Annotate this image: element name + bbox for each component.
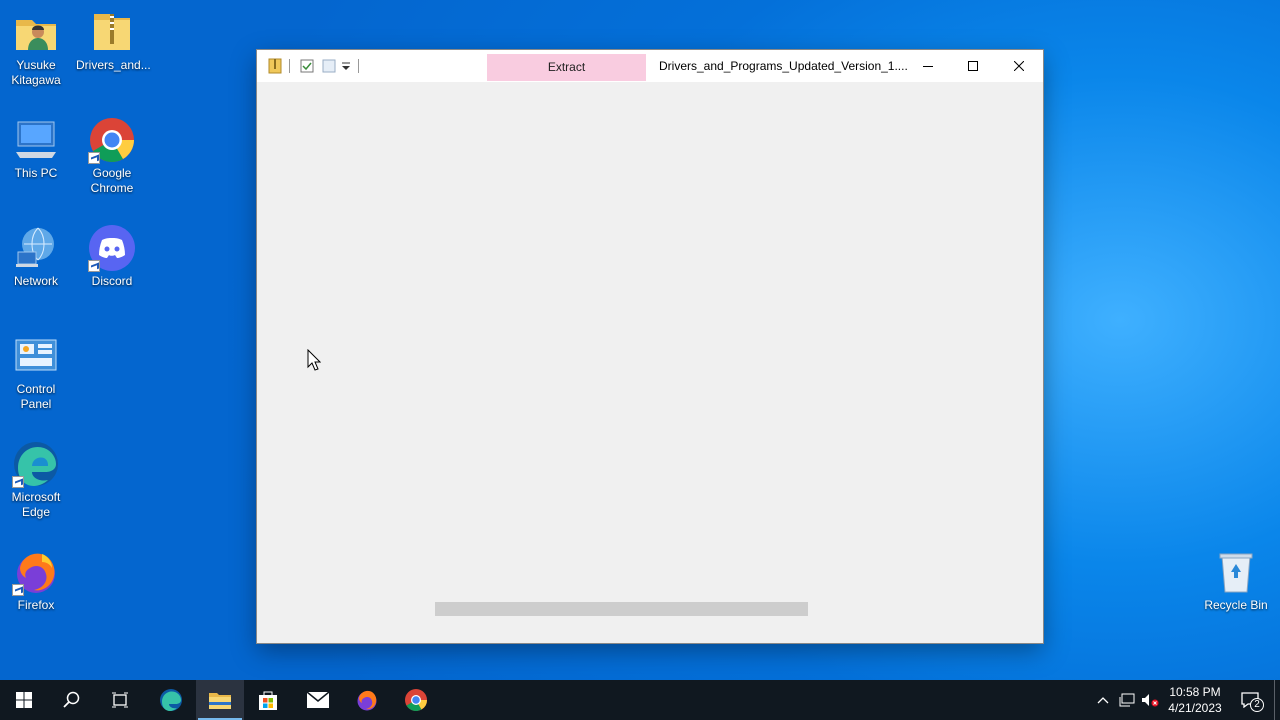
taskbar-mail[interactable] [294,680,342,720]
network-monitor-icon [1119,693,1135,707]
desktop-icon-recycle-bin[interactable]: Recycle Bin [1200,548,1272,613]
show-hidden-icons-button[interactable] [1092,680,1114,720]
customize-toolbar-dropdown-icon[interactable] [341,60,351,76]
tab-extract[interactable]: Extract [487,54,646,81]
maximize-icon [968,61,978,71]
desktop-icon-label: Google Chrome [90,166,134,195]
desktop-icon-label: Yusuke Kitagawa [11,58,61,87]
control-panel-icon [12,332,60,380]
search-button[interactable] [48,680,96,720]
toolbar-separator [289,59,290,73]
desktop-icon-label: Firefox [17,598,55,612]
volume-tray-button[interactable] [1139,680,1161,720]
minimize-icon [923,66,933,67]
toolbar-separator [358,59,359,73]
desktop-icon-discord[interactable]: Discord [76,224,148,289]
desktop-icon-control-panel[interactable]: Control Panel [0,332,72,412]
action-center-button[interactable]: 2 [1236,680,1264,720]
volume-muted-icon [1142,694,1159,707]
task-view-icon [112,692,128,708]
taskbar-edge[interactable] [147,680,195,720]
desktop-icon-network[interactable]: Network [0,224,72,289]
clock-time: 10:58 PM [1169,685,1221,699]
network-globe-icon [12,224,60,272]
computer-icon [12,116,60,164]
close-icon [1014,61,1024,71]
desktop-icon-label: Drivers_and... [76,58,151,72]
notification-count-badge: 2 [1250,698,1264,712]
chevron-up-icon [1097,697,1109,704]
zip-folder-icon [88,8,136,56]
maximize-button[interactable] [950,50,996,82]
recycle-bin-icon [1212,548,1260,596]
desktop-icon-google-chrome[interactable]: Google Chrome [76,116,148,196]
file-explorer-icon [209,693,231,709]
desktop-icon-this-pc[interactable]: This PC [0,116,72,181]
desktop-icon-user-folder[interactable]: Yusuke Kitagawa [0,8,72,88]
firefox-icon [12,548,60,596]
windows-logo-icon [16,692,32,708]
edge-icon [160,689,182,711]
file-explorer-window[interactable]: Extract Drivers_and_Programs_Updated_Ver… [257,50,1043,643]
taskbar: 10:58 PM 4/21/2023 2 [0,680,1280,720]
firefox-icon [357,690,377,711]
discord-icon [88,224,136,272]
window-content-area[interactable] [257,82,1043,643]
close-button[interactable] [996,50,1042,82]
show-desktop-button[interactable] [1274,680,1275,720]
store-bag-icon [259,691,277,710]
taskbar-chrome[interactable] [392,680,440,720]
desktop-icon-label: This PC [14,166,58,180]
taskbar-file-explorer[interactable] [196,680,244,720]
clock-date: 4/21/2023 [1168,701,1222,715]
search-icon [63,691,80,708]
horizontal-scrollbar-thumb[interactable] [435,602,808,616]
title-bar[interactable]: Extract Drivers_and_Programs_Updated_Ver… [257,50,1043,82]
shortcut-arrow-icon [88,152,100,164]
shortcut-arrow-icon [12,476,24,488]
zip-folder-small-icon [267,58,283,74]
properties-icon[interactable] [299,58,315,74]
desktop-icon-label: Network [13,274,58,288]
edge-icon [12,440,60,488]
desktop-icon-firefox[interactable]: Firefox [0,548,72,613]
desktop-icon-label: Recycle Bin [1204,598,1268,612]
shortcut-arrow-icon [88,260,100,272]
chrome-icon [405,689,427,711]
mouse-cursor-icon [307,348,322,376]
chrome-icon [88,116,136,164]
taskbar-microsoft-store[interactable] [244,680,292,720]
taskbar-firefox[interactable] [343,680,391,720]
window-title: Drivers_and_Programs_Updated_Version_1..… [659,59,908,73]
user-folder-icon [12,8,60,56]
minimize-button[interactable] [905,50,951,82]
desktop-icon-zip-folder[interactable]: Drivers_and... [76,8,151,73]
desktop-icon-label: Microsoft Edge [11,490,61,519]
desktop-icon-label: Control Panel [16,382,56,411]
horizontal-scrollbar[interactable] [435,600,1025,616]
mail-envelope-icon [306,691,330,708]
system-clock[interactable]: 10:58 PM 4/21/2023 [1160,684,1230,716]
new-folder-icon[interactable] [321,58,337,74]
desktop-icon-microsoft-edge[interactable]: Microsoft Edge [0,440,72,520]
start-button[interactable] [0,680,48,720]
task-view-button[interactable] [96,680,144,720]
network-tray-button[interactable] [1116,680,1138,720]
desktop-icon-label: Discord [91,274,133,288]
shortcut-arrow-icon [12,584,24,596]
